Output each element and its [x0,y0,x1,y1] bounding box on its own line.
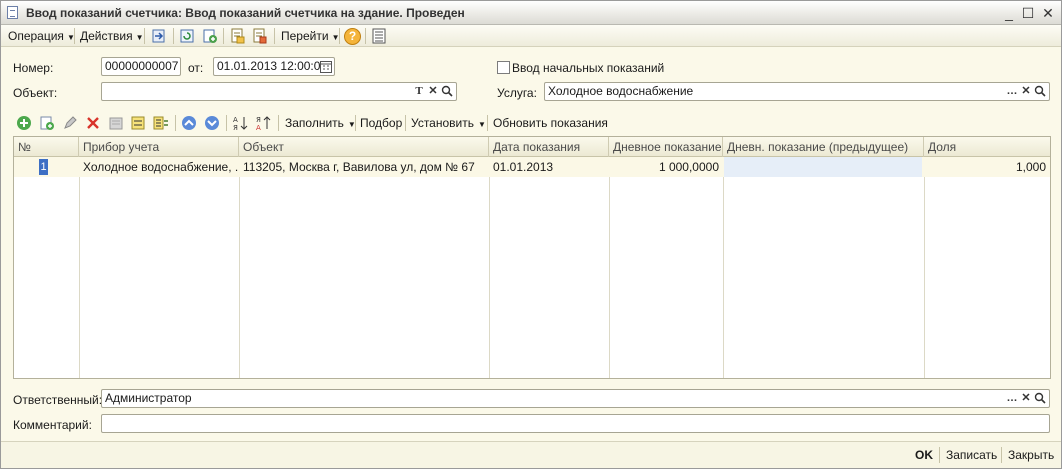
svg-text:A: A [233,116,238,124]
date-value: 01.01.2013 12:00:05 [217,59,328,73]
number-field[interactable]: 00000000007 [101,57,181,76]
comment-field[interactable] [101,414,1050,433]
readings-table[interactable]: № Прибор учета Объект Дата показания Дне… [13,136,1051,379]
structure-icon[interactable] [371,28,387,44]
register-movements-icon[interactable] [229,28,245,44]
object-label: Объект: [13,86,58,100]
svg-text:A: A [256,124,261,131]
table-header: № Прибор учета Объект Дата показания Дне… [14,137,1050,157]
column-header-object[interactable]: Объект [239,137,489,157]
svg-text:Я: Я [256,116,261,124]
selection-button[interactable]: Подбор [360,116,402,130]
calendar-icon[interactable] [320,60,332,73]
service-label: Услуга: [497,86,537,100]
document-icon [7,6,18,19]
edit-row-icon[interactable] [62,115,78,131]
post-icon[interactable] [151,28,167,44]
sort-ascending-icon[interactable]: AЯ [232,115,248,131]
responsible-field[interactable]: Администратор … ✕ [101,389,1050,408]
column-header-device[interactable]: Прибор учета [79,137,239,157]
refresh-readings-button[interactable]: Обновить показания [493,116,608,130]
date-cell[interactable]: 01.01.2013 [489,157,609,177]
responsible-label: Ответственный: [13,393,103,407]
initial-readings-label: Ввод начальных показаний [512,61,665,75]
object-cell[interactable]: 113205, Москва г, Вавилова ул, дом № 67 [239,157,489,177]
select-button[interactable]: … [1005,391,1019,406]
select-button[interactable]: … [1005,84,1019,99]
ok-button[interactable]: OK [915,448,933,462]
service-field[interactable]: Холодное водоснабжение … ✕ [544,82,1050,101]
save-button[interactable]: Записать [946,448,997,462]
minimize-button[interactable]: _ [1001,5,1017,21]
delete-row-icon[interactable] [85,115,101,131]
add-row-icon[interactable] [16,115,32,131]
column-header-day-reading[interactable]: Дневное показание [609,137,723,157]
service-value: Холодное водоснабжение [548,84,694,98]
operation-menu[interactable]: Операция ▼ [8,28,75,44]
search-icon[interactable] [1033,84,1047,99]
close-button[interactable]: Закрыть [1008,448,1054,462]
column-header-number[interactable]: № [14,137,79,157]
device-cell[interactable]: Холодное водоснабжение, ... [79,157,239,177]
date-label: от: [188,61,204,75]
number-label: Номер: [13,61,54,75]
search-icon[interactable] [440,84,454,99]
move-down-icon[interactable] [204,115,220,131]
add-group-icon[interactable] [130,115,146,131]
sort-descending-icon[interactable]: ЯA [255,115,271,131]
close-window-button[interactable]: ✕ [1040,5,1056,21]
footer-bar: OK Записать Закрыть [1,441,1061,468]
move-to-group-icon[interactable] [153,115,169,131]
responsible-value: Администратор [105,391,192,405]
copy-document-icon[interactable] [202,28,218,44]
date-field[interactable]: 01.01.2013 12:00:05 [213,57,335,76]
comment-label: Комментарий: [13,418,92,432]
svg-text:Я: Я [233,124,238,131]
print-document-icon[interactable] [251,28,267,44]
column-header-prev-reading[interactable]: Дневн. показание (предыдущее) [723,137,924,157]
help-icon[interactable]: ? [344,28,361,45]
window-title: Ввод показаний счетчика: Ввод показаний … [26,6,465,20]
document-window: Ввод показаний счетчика: Ввод показаний … [0,0,1062,469]
search-icon[interactable] [1033,391,1047,406]
copy-row-icon[interactable] [39,115,55,131]
clear-icon[interactable]: ✕ [426,84,440,99]
command-bar: Операция ▼ Действия ▼ Перейти ▼ ? [1,25,1061,47]
initial-readings-checkbox[interactable] [497,61,510,74]
title-bar: Ввод показаний счетчика: Ввод показаний … [1,1,1061,25]
maximize-button[interactable]: ☐ [1020,5,1036,21]
object-field[interactable]: T ✕ [101,82,457,101]
day-reading-cell[interactable]: 1 000,0000 [609,157,723,177]
table-toolbar: AЯ ЯA Заполнить ▼ Подбор Установить ▼ Обно… [13,112,1053,134]
clear-icon[interactable]: ✕ [1019,391,1033,406]
fill-menu[interactable]: Заполнить ▼ [285,116,356,130]
prev-reading-cell[interactable] [724,157,922,177]
refresh-document-icon[interactable] [179,28,195,44]
column-header-share[interactable]: Доля [924,137,1050,157]
end-edit-icon[interactable] [108,115,124,131]
actions-menu[interactable]: Действия ▼ [80,28,144,44]
table-row[interactable]: 1 Холодное водоснабжение, ... 113205, Мо… [14,157,1050,177]
clear-icon[interactable]: ✕ [1019,84,1033,99]
type-button[interactable]: T [412,84,426,99]
set-menu[interactable]: Установить ▼ [411,116,486,130]
goto-menu[interactable]: Перейти ▼ [281,28,339,44]
row-number: 1 [39,159,48,175]
column-header-date[interactable]: Дата показания [489,137,609,157]
share-cell[interactable]: 1,000 [924,157,1050,177]
move-up-icon[interactable] [181,115,197,131]
